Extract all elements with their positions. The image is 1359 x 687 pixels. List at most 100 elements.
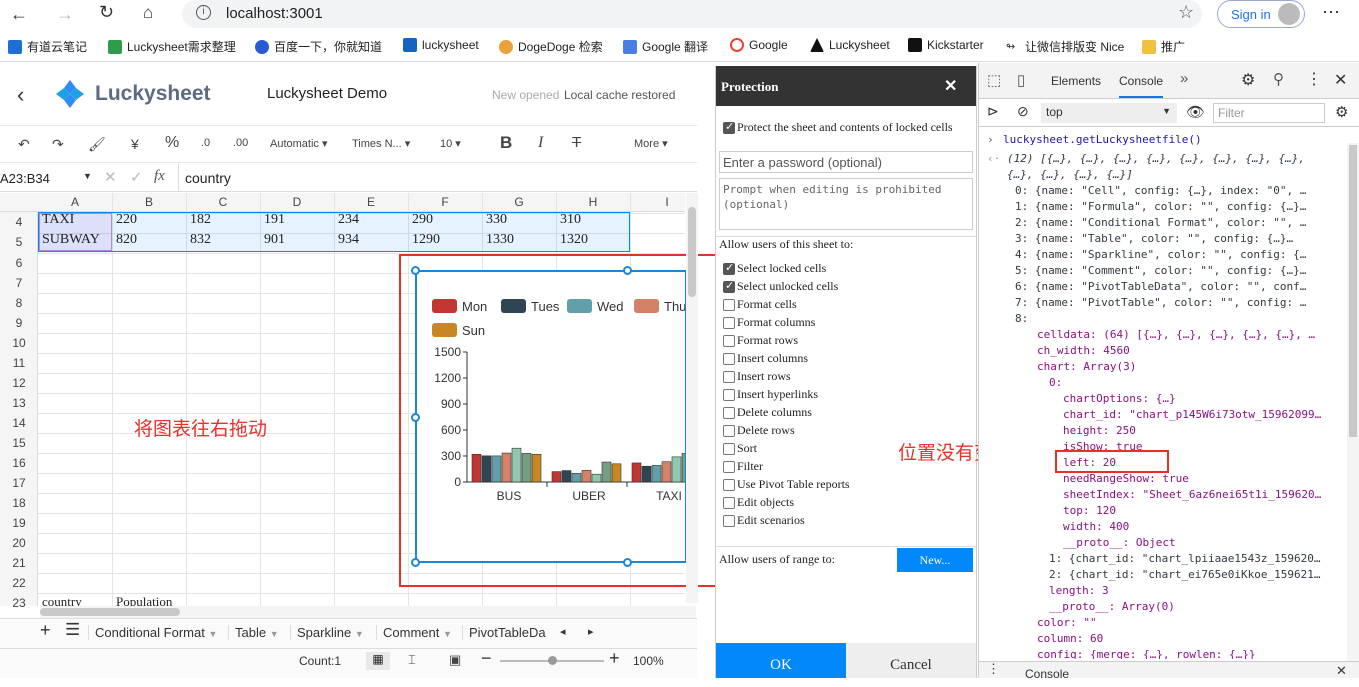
page-break-icon[interactable]: ⌶ — [408, 652, 416, 668]
page-layout-icon[interactable]: ▣ — [449, 652, 461, 668]
console-settings-icon[interactable]: ⚙ — [1335, 103, 1348, 121]
console-line[interactable]: 4: {name: "Sparkline", color: "", config… — [1015, 248, 1306, 261]
bookmark-item[interactable]: ↬ 让微信排版变 Nice — [1006, 38, 1124, 55]
option-checkbox[interactable]: Filter — [723, 459, 763, 474]
row-number[interactable]: 5 — [0, 235, 38, 249]
cell-value[interactable]: 330 — [486, 212, 507, 228]
row-number[interactable]: 17 — [0, 476, 38, 490]
cell-value[interactable]: 310 — [560, 212, 581, 228]
row-number[interactable]: 22 — [0, 576, 38, 590]
checkbox-box[interactable] — [723, 298, 735, 311]
close-devtools-icon[interactable]: ✕ — [1334, 70, 1347, 90]
option-checkbox[interactable]: Use Pivot Table reports — [723, 477, 850, 492]
add-sheet-icon[interactable]: + — [40, 620, 51, 641]
bookmark-item[interactable]: Google — [730, 38, 788, 52]
cell-value[interactable]: 934 — [338, 232, 359, 248]
zoom-slider[interactable] — [500, 656, 604, 665]
back-icon[interactable]: ← — [10, 4, 28, 25]
console-line[interactable]: sheetIndex: "Sheet_6az6nei65t1i_159620… — [1063, 488, 1321, 501]
sheet-tab[interactable]: PivotTableDa — [462, 625, 546, 640]
confirm-edit-icon[interactable]: ✓ — [130, 168, 143, 186]
cancel-edit-icon[interactable]: ✕ — [104, 168, 117, 186]
cell-value[interactable]: 1330 — [486, 232, 514, 248]
console-line[interactable]: length: 3 — [1049, 584, 1109, 597]
row-number[interactable]: 20 — [0, 536, 38, 550]
decrease-decimal-button[interactable]: .0 — [201, 137, 210, 149]
bold-button[interactable]: B — [500, 133, 512, 153]
more-tabs-icon[interactable]: » — [1180, 70, 1188, 87]
signin-button[interactable]: Sign in — [1217, 0, 1305, 28]
column-header[interactable]: A — [38, 195, 112, 213]
bookmark-item[interactable]: luckysheet — [403, 38, 479, 52]
kebab-icon[interactable]: ⋮ — [1306, 69, 1322, 89]
cell-value[interactable]: 832 — [190, 232, 211, 248]
console-line[interactable]: chart_id: "chart_p145W6i73otw_15962099… — [1063, 408, 1321, 421]
console-line[interactable]: 5: {name: "Comment", color: "", config: … — [1015, 264, 1306, 277]
console-line[interactable]: 0: {name: "Cell", config: {…}, index: "0… — [1015, 184, 1306, 197]
zoom-in-icon[interactable]: + — [609, 648, 620, 669]
cell-value[interactable]: 182 — [190, 212, 211, 228]
cell-value[interactable]: 1320 — [560, 232, 588, 248]
row-number[interactable]: 18 — [0, 496, 38, 510]
column-header[interactable]: G — [482, 195, 556, 213]
console-line[interactable]: chartOptions: {…} — [1063, 392, 1176, 405]
console-line[interactable]: height: 250 — [1063, 424, 1136, 437]
checkbox-box[interactable] — [723, 424, 735, 437]
tab-elements[interactable]: Elements — [1051, 74, 1101, 88]
row-number[interactable]: 23 — [0, 596, 38, 610]
protect-sheet-checkbox[interactable]: Protect the sheet and contents of locked… — [723, 120, 953, 135]
checkbox-box[interactable] — [723, 316, 735, 329]
column-header[interactable]: B — [112, 195, 186, 213]
doc-title[interactable]: Luckysheet Demo — [267, 85, 387, 102]
console-line[interactable]: 2: {chart_id: "chart_ei765e0iKkoe_159621… — [1049, 568, 1321, 581]
option-checkbox[interactable]: Sort — [723, 441, 757, 456]
option-checkbox[interactable]: Insert hyperlinks — [723, 387, 818, 402]
row-number[interactable]: 15 — [0, 436, 38, 450]
inspect-icon[interactable]: ⬚ — [987, 71, 1001, 89]
checkbox-box[interactable] — [723, 261, 735, 275]
column-header[interactable]: F — [408, 195, 482, 213]
device-icon[interactable]: ▯ — [1017, 71, 1025, 89]
option-checkbox[interactable]: Format cells — [723, 297, 797, 312]
checkbox-box[interactable] — [723, 460, 735, 473]
checkbox-box[interactable] — [723, 388, 735, 401]
console-line[interactable]: needRangeShow: true — [1063, 472, 1189, 485]
tab-console[interactable]: Console — [1119, 74, 1164, 98]
console-line[interactable]: __proto__: Array(0) — [1049, 600, 1175, 613]
option-checkbox[interactable]: Edit scenarios — [723, 513, 805, 528]
format-painter-icon[interactable]: 🖌 — [88, 136, 106, 153]
cell-value[interactable]: 234 — [338, 212, 359, 228]
row-number[interactable]: 9 — [0, 316, 38, 330]
scroll-thumb[interactable] — [688, 207, 696, 297]
star-icon[interactable]: ☆ — [1178, 2, 1194, 23]
console-line[interactable]: 1: {name: "Formula", color: "", config: … — [1015, 200, 1306, 213]
console-line[interactable]: celldata: (64) [{…}, {…}, {…}, {…}, {…},… — [1037, 328, 1315, 341]
checkbox-box[interactable] — [723, 279, 735, 293]
row-number[interactable]: 19 — [0, 516, 38, 530]
bookmark-item[interactable]: 推广 — [1142, 38, 1185, 55]
console-line[interactable]: 6: {name: "PivotTableData", color: "", c… — [1015, 280, 1306, 293]
console-line[interactable]: __proto__: Object — [1063, 536, 1176, 549]
checkbox-box[interactable] — [723, 370, 735, 383]
checkbox-box[interactable] — [723, 334, 735, 347]
ok-button[interactable]: OK — [716, 643, 846, 678]
row-number[interactable]: 11 — [0, 356, 38, 370]
vertical-scrollbar[interactable] — [686, 193, 698, 603]
row-number[interactable]: 13 — [0, 396, 38, 410]
cell-value[interactable]: 820 — [116, 232, 137, 248]
console-line[interactable]: column: 60 — [1037, 632, 1103, 645]
undo-icon[interactable]: ↶ — [18, 136, 30, 153]
redo-icon[interactable]: ↷ — [52, 136, 64, 153]
filter-input[interactable]: Filter — [1213, 103, 1325, 123]
sidebar-toggle-icon[interactable]: ⊳ — [987, 103, 999, 120]
option-checkbox[interactable]: Delete rows — [723, 423, 795, 438]
row-number[interactable]: 21 — [0, 556, 38, 570]
close-drawer-icon[interactable]: ✕ — [1336, 663, 1347, 679]
zoom-out-icon[interactable]: − — [481, 648, 492, 669]
cell-value[interactable]: 191 — [264, 212, 285, 228]
tab-scroll-right-icon[interactable]: ▸ — [588, 625, 594, 638]
row-number[interactable]: 10 — [0, 336, 38, 350]
bookmark-item[interactable]: Kickstarter — [908, 38, 984, 52]
cell-label[interactable]: SUBWAY — [42, 232, 100, 248]
clear-console-icon[interactable]: ⊘ — [1017, 103, 1029, 120]
